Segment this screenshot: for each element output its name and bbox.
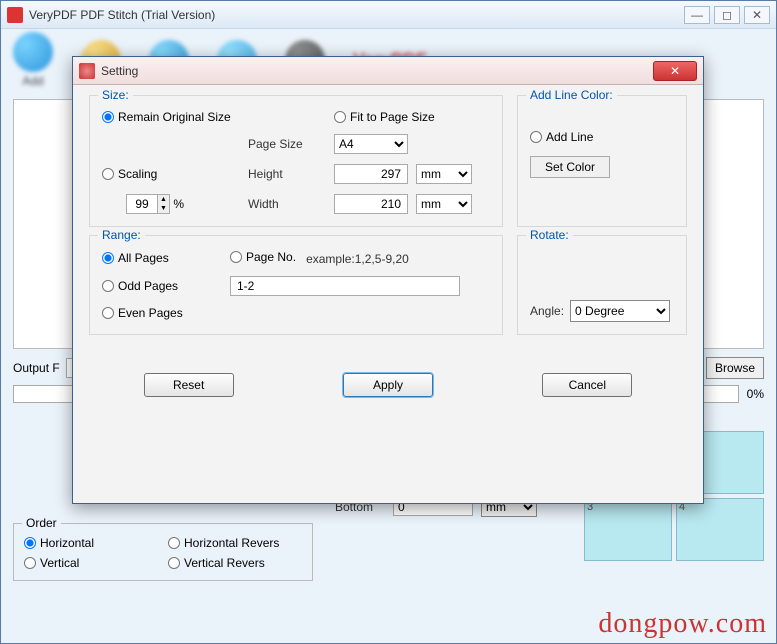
order-group: Order Horizontal Horizontal Revers Verti… bbox=[13, 523, 313, 581]
rotate-legend: Rotate: bbox=[526, 228, 573, 242]
add-label: Add bbox=[22, 74, 43, 88]
size-legend: Size: bbox=[98, 88, 133, 102]
toolbar-add[interactable]: Add bbox=[13, 32, 53, 88]
size-fit[interactable]: Fit to Page Size bbox=[334, 110, 476, 124]
page-size-label: Page Size bbox=[248, 137, 328, 151]
range-odd[interactable]: Odd Pages bbox=[102, 279, 222, 293]
range-legend: Range: bbox=[98, 228, 145, 242]
height-unit[interactable]: mm bbox=[416, 164, 472, 184]
width-input[interactable] bbox=[334, 194, 408, 214]
range-group: Range: All Pages Page No. example:1,2,5-… bbox=[89, 235, 503, 335]
scaling-input[interactable] bbox=[127, 195, 157, 213]
pct-label: % bbox=[173, 197, 184, 211]
angle-label: Angle: bbox=[530, 304, 564, 318]
dialog-titlebar: Setting ✕ bbox=[73, 57, 703, 85]
size-remain[interactable]: Remain Original Size bbox=[102, 110, 328, 124]
progress-text: 0% bbox=[747, 387, 764, 401]
setting-dialog: Setting ✕ Size: Remain Original Size Fit… bbox=[72, 56, 704, 504]
range-example: example:1,2,5-9,20 bbox=[306, 252, 409, 266]
reset-button[interactable]: Reset bbox=[144, 373, 234, 397]
close-button[interactable]: ✕ bbox=[744, 6, 770, 24]
add-line-radio[interactable]: Add Line bbox=[530, 130, 674, 144]
line-color-group: Add Line Color: Add Line Set Color bbox=[517, 95, 687, 227]
order-vertical[interactable]: Vertical bbox=[24, 556, 158, 570]
range-even[interactable]: Even Pages bbox=[102, 306, 222, 320]
range-all[interactable]: All Pages bbox=[102, 251, 222, 265]
spin-down-icon[interactable]: ▼ bbox=[157, 204, 169, 213]
dialog-title: Setting bbox=[101, 64, 653, 78]
range-page-no[interactable]: Page No. bbox=[230, 250, 296, 264]
minimize-button[interactable]: — bbox=[684, 6, 710, 24]
rotate-group: Rotate: Angle: 0 Degree bbox=[517, 235, 687, 335]
width-unit[interactable]: mm bbox=[416, 194, 472, 214]
order-legend: Order bbox=[22, 516, 61, 530]
line-color-legend: Add Line Color: bbox=[526, 88, 617, 102]
dialog-icon bbox=[79, 63, 95, 79]
browse-button[interactable]: Browse bbox=[706, 357, 764, 379]
angle-select[interactable]: 0 Degree bbox=[570, 300, 670, 322]
output-label: Output F bbox=[13, 361, 60, 375]
plus-icon bbox=[13, 32, 53, 72]
app-icon bbox=[7, 7, 23, 23]
order-horizontal[interactable]: Horizontal bbox=[24, 536, 158, 550]
titlebar: VeryPDF PDF Stitch (Trial Version) — ◻ ✕ bbox=[1, 1, 776, 29]
range-input[interactable] bbox=[230, 276, 460, 296]
preview-cell-4: 4 bbox=[676, 498, 764, 561]
size-group: Size: Remain Original Size Fit to Page S… bbox=[89, 95, 503, 227]
window-title: VeryPDF PDF Stitch (Trial Version) bbox=[29, 8, 684, 22]
width-label: Width bbox=[248, 197, 328, 211]
cancel-button[interactable]: Cancel bbox=[542, 373, 632, 397]
height-label: Height bbox=[248, 167, 328, 181]
scaling-spinner[interactable]: ▲▼ bbox=[126, 194, 170, 214]
height-input[interactable] bbox=[334, 164, 408, 184]
order-vertical-rev[interactable]: Vertical Revers bbox=[168, 556, 302, 570]
apply-button[interactable]: Apply bbox=[343, 373, 433, 397]
maximize-button[interactable]: ◻ bbox=[714, 6, 740, 24]
set-color-button[interactable]: Set Color bbox=[530, 156, 610, 178]
order-horizontal-rev[interactable]: Horizontal Revers bbox=[168, 536, 302, 550]
size-scaling[interactable]: Scaling bbox=[102, 167, 242, 181]
spin-up-icon[interactable]: ▲ bbox=[157, 195, 169, 204]
preview-cell-3: 3 bbox=[584, 498, 672, 561]
dialog-close-button[interactable]: ✕ bbox=[653, 61, 697, 81]
page-size-select[interactable]: A4 bbox=[334, 134, 408, 154]
